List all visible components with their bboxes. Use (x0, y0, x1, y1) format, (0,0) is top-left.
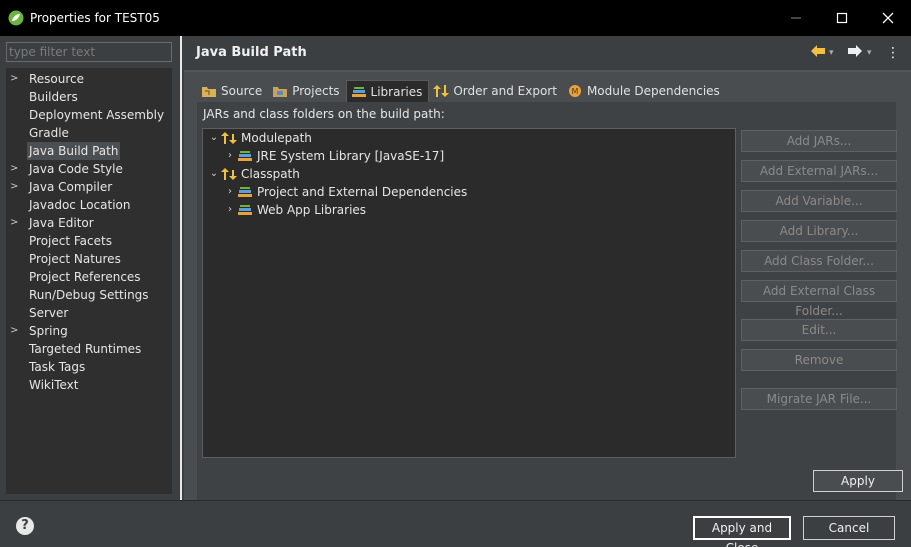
sidebar-item-gradle[interactable]: Gradle (6, 124, 172, 142)
library-icon (238, 205, 252, 215)
tree-node-web-app-libraries[interactable]: › Web App Libraries (223, 201, 366, 219)
spring-leaf-icon (8, 10, 24, 26)
close-button[interactable] (865, 0, 911, 36)
module-icon: M (568, 85, 581, 97)
path-arrows-icon (221, 168, 237, 180)
back-dropdown-icon[interactable]: ▾ (829, 44, 834, 62)
forward-arrow-icon[interactable] (847, 44, 863, 62)
build-path-tree[interactable]: ⌄ Modulepath › JRE System Library [JavaS… (202, 128, 736, 458)
close-icon (882, 12, 894, 24)
sidebar-item-project-references[interactable]: Project References (6, 268, 172, 286)
view-menu-icon[interactable]: ⋮ (886, 44, 900, 62)
remove-button[interactable]: Remove (741, 349, 897, 371)
tree-node-modulepath[interactable]: ⌄ Modulepath (207, 129, 312, 147)
add-variable-button[interactable]: Add Variable... (741, 190, 897, 212)
main-panel: Java Build Path ▾ ▾ ⋮ Source Projects Li… (184, 36, 911, 502)
chevron-right-icon[interactable]: › (223, 147, 237, 165)
sidebar-item-builders[interactable]: Builders (6, 88, 172, 106)
sidebar-item-resource[interactable]: > Resource (6, 70, 172, 88)
sidebar-item-targeted-runtimes[interactable]: Targeted Runtimes (6, 340, 172, 358)
tree-node-jre-system-library[interactable]: › JRE System Library [JavaSE-17] (223, 147, 444, 165)
minimize-button[interactable] (773, 0, 819, 36)
sidebar-item-java-build-path[interactable]: Java Build Path (6, 142, 172, 160)
chevron-right-icon[interactable]: > (10, 322, 20, 340)
add-jars-button[interactable]: Add JARs... (741, 130, 897, 152)
source-folder-icon (202, 87, 216, 97)
path-arrows-icon (221, 132, 237, 144)
chevron-right-icon[interactable]: > (10, 214, 20, 232)
filter-input[interactable]: type filter text (6, 42, 172, 62)
jars-label: JARs and class folders on the build path… (203, 107, 445, 121)
sidebar: type filter text > Resource Builders Depl… (0, 36, 182, 500)
libraries-icon (351, 86, 366, 97)
build-path-body: Source Projects Libraries Order and Expo… (184, 72, 911, 502)
page-header: Java Build Path ▾ ▾ ⋮ (184, 36, 911, 70)
sidebar-item-project-facets[interactable]: Project Facets (6, 232, 172, 250)
sidebar-item-task-tags[interactable]: Task Tags (6, 358, 172, 376)
sidebar-item-project-natures[interactable]: Project Natures (6, 250, 172, 268)
sidebar-item-java-editor[interactable]: > Java Editor (6, 214, 172, 232)
migrate-jar-button[interactable]: Migrate JAR File... (741, 388, 897, 410)
maximize-icon (836, 12, 848, 24)
apply-button[interactable]: Apply (813, 470, 903, 492)
cancel-button[interactable]: Cancel (803, 516, 895, 540)
chevron-down-icon[interactable]: ⌄ (207, 165, 221, 183)
tab-libraries[interactable]: Libraries (345, 80, 430, 102)
chevron-down-icon[interactable]: ⌄ (207, 129, 221, 147)
add-external-class-folder-button[interactable]: Add External Class Folder... (741, 280, 897, 318)
page-title: Java Build Path (196, 45, 307, 60)
svg-text:M: M (572, 87, 579, 96)
tab-source[interactable]: Source (197, 80, 268, 102)
tab-module-dependencies[interactable]: M Module Dependencies (563, 80, 726, 102)
sidebar-item-javadoc-location[interactable]: Javadoc Location (6, 196, 172, 214)
library-icon (238, 151, 252, 161)
help-icon[interactable]: ? (16, 517, 34, 535)
tab-bar: Source Projects Libraries Order and Expo… (197, 80, 726, 102)
tree-node-project-external-dependencies[interactable]: › Project and External Dependencies (223, 183, 467, 201)
edit-button[interactable]: Edit... (741, 319, 897, 341)
sidebar-item-java-compiler[interactable]: > Java Compiler (6, 178, 172, 196)
sidebar-item-run-debug-settings[interactable]: Run/Debug Settings (6, 286, 172, 304)
tab-order-and-export[interactable]: Order and Export (429, 80, 563, 102)
tree-node-classpath[interactable]: ⌄ Classpath (207, 165, 300, 183)
title-bar: Properties for TEST05 (0, 0, 911, 36)
chevron-right-icon[interactable]: > (10, 178, 20, 196)
sidebar-item-java-code-style[interactable]: > Java Code Style (6, 160, 172, 178)
sidebar-item-wikitext[interactable]: WikiText (6, 376, 172, 394)
properties-tree: > Resource Builders Deployment Assembly G… (6, 68, 172, 494)
minimize-icon (791, 17, 801, 19)
sidebar-item-server[interactable]: Server (6, 304, 172, 322)
dialog-footer: ? Apply and Close Cancel (0, 500, 911, 547)
chevron-right-icon[interactable]: › (223, 183, 237, 201)
window-title: Properties for TEST05 (30, 11, 160, 25)
add-library-button[interactable]: Add Library... (741, 220, 897, 242)
sidebar-item-spring[interactable]: > Spring (6, 322, 172, 340)
add-class-folder-button[interactable]: Add Class Folder... (741, 250, 897, 272)
forward-dropdown-icon[interactable]: ▾ (867, 44, 872, 62)
add-external-jars-button[interactable]: Add External JARs... (741, 160, 897, 182)
sidebar-item-deployment-assembly[interactable]: Deployment Assembly (6, 106, 172, 124)
chevron-right-icon[interactable]: › (223, 201, 237, 219)
chevron-right-icon[interactable]: > (10, 70, 20, 88)
projects-folder-icon (273, 87, 288, 97)
chevron-right-icon[interactable]: > (10, 160, 20, 178)
maximize-button[interactable] (819, 0, 865, 36)
tab-projects[interactable]: Projects (268, 80, 345, 102)
library-icon (238, 187, 252, 197)
apply-and-close-button[interactable]: Apply and Close (693, 516, 791, 547)
order-export-icon (433, 85, 450, 97)
back-arrow-icon[interactable] (810, 44, 826, 62)
